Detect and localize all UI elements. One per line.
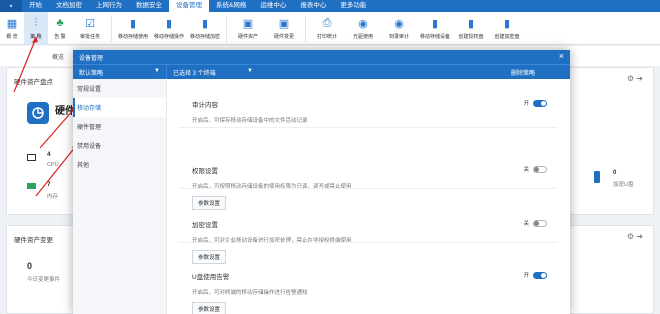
dialog-sidebar-item[interactable]: 其他 [73,155,166,174]
dialog-title: 设备管理 [79,55,104,62]
settings-section: U盘使用告警 开开启后，可对终端的移动存储操作进行告警通知参数设置 [192,271,547,314]
toggle-knob [541,272,546,278]
toggle-control: 关 [523,219,547,227]
toggle-switch[interactable] [533,99,547,107]
section-title: 权限设置 [192,168,218,175]
toggle-control: 开 [523,99,547,107]
dialog-sidebar-item[interactable]: 硬件管理 [73,117,166,136]
chevron-down-icon: ▼ [154,67,160,74]
section-title: 加密设置 [192,222,218,229]
section-divider [179,188,557,189]
toggle-state-label: 关 [523,167,529,173]
section-description: 开启后，可对终端的移动存储操作进行告警通知 [192,290,308,296]
parameter-settings-button[interactable]: 参数设置 [192,250,227,264]
toggle-knob [534,166,539,172]
dialog-sidebar-item[interactable]: 常规设置 [73,79,166,98]
toggle-switch[interactable] [533,219,547,227]
parameter-settings-button[interactable]: 参数设置 [192,302,227,314]
policy-select-value: 默认策略 [79,70,104,77]
dialog-content: 审计内容开开启后，可保存移动存储设备中的文件活动记录 权限设置关开启后，可按照移动… [167,79,570,314]
dialog-sidebar: 常规设置 移动存储 硬件管理 禁用设备 其他 [73,79,167,314]
toggle-state-label: 开 [523,101,529,107]
toggle-control: 开 [523,271,547,279]
terminal-select[interactable]: 已选择 3 个终端 ▼ [167,65,259,80]
toggle-state-label: 关 [523,221,529,227]
dialog-header: 设备管理 × [73,50,570,64]
settings-section: 审计内容 开开启后，可保存移动存储设备中的文件活动记录 [192,99,547,124]
dialog-toolbar: 默认策略 ▼ 已选择 3 个终端 ▼ 删除策略 [73,64,570,80]
device-management-dialog: 设备管理 × 默认策略 ▼ 已选择 3 个终端 ▼ 删除策略 常规设置 移动存储硬… [73,50,570,314]
section-title: U盘使用告警 [192,274,230,281]
policy-select[interactable]: 默认策略 ▼ [73,64,167,80]
dialog-sidebar-item[interactable]: 禁用设备 [73,136,166,155]
toggle-state-label: 开 [523,273,529,279]
close-icon[interactable]: × [559,51,564,61]
section-divider [179,127,557,128]
toggle-switch[interactable] [533,165,547,173]
toggle-switch[interactable] [533,271,547,279]
toggle-control: 关 [523,165,547,173]
toggle-knob [534,220,539,226]
section-description: 开启后，可保存移动存储设备中的文件活动记录 [192,118,308,124]
terminal-select-value: 已选择 3 个终端 [173,70,216,77]
toggle-knob [541,100,546,106]
chevron-down-icon: ▼ [247,67,253,74]
section-divider [179,242,557,243]
section-title: 审计内容 [192,102,218,109]
dialog-sidebar-item[interactable]: 移动存储 [73,98,166,117]
delete-policy-button[interactable]: 删除策略 [511,68,535,77]
parameter-settings-button[interactable]: 参数设置 [192,196,227,210]
